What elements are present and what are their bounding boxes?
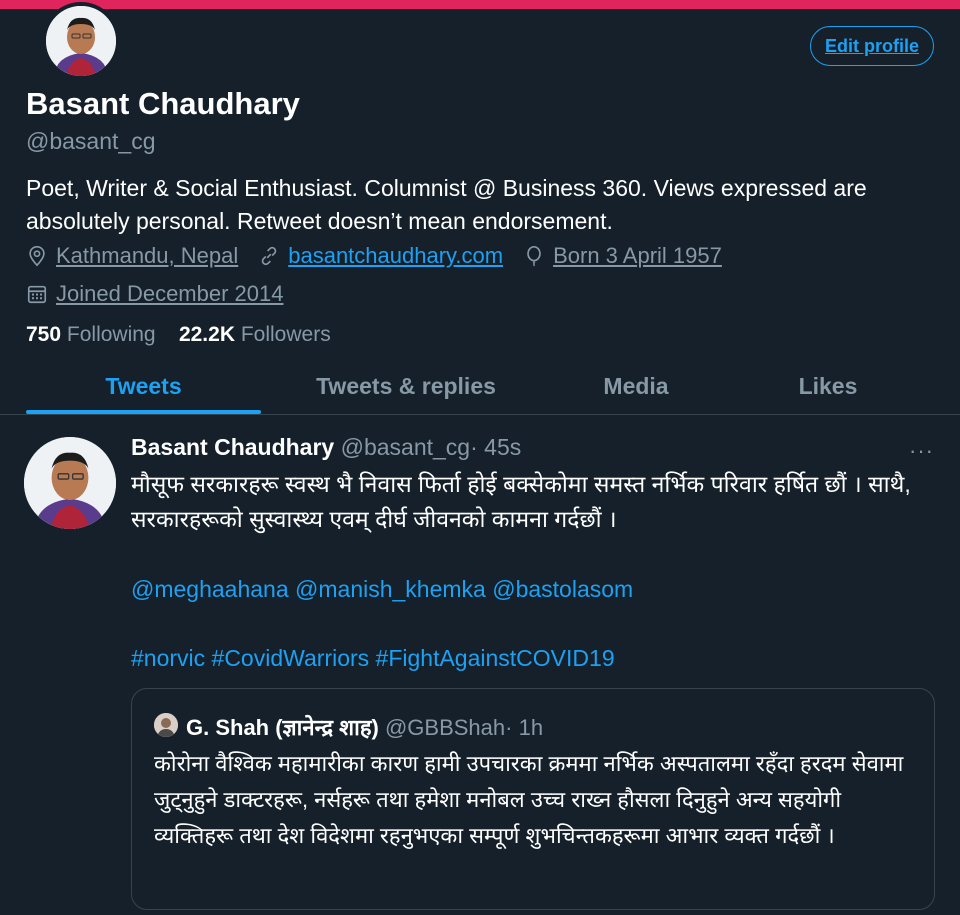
- tweet-time[interactable]: · 45s: [470, 434, 521, 460]
- followers-count: 22.2K: [178, 323, 235, 346]
- tweet-header: Basant Chaudhary @basant_cg· 45s: [131, 434, 521, 461]
- balloon-icon: [527, 246, 541, 267]
- profile-avatar[interactable]: [42, 2, 120, 80]
- edit-profile-button[interactable]: Edit profile: [810, 26, 934, 66]
- link-icon: [261, 246, 277, 266]
- top-accent-bar: [0, 0, 960, 9]
- birthday-text: Born 3 April 1957: [553, 243, 722, 268]
- tweet-mentions[interactable]: @meghaahana @manish_khemka @bastolasom: [131, 572, 941, 607]
- followers-label: Followers: [240, 323, 331, 346]
- following-link[interactable]: 750 Following: [26, 323, 156, 346]
- calendar-icon: [27, 285, 47, 304]
- location-icon: [29, 246, 45, 267]
- birthday: Born 3 April 1957: [523, 243, 722, 269]
- tab-media[interactable]: Media: [560, 373, 712, 400]
- quoted-avatar: [154, 713, 178, 737]
- quoted-author-handle: @GBBShah: [384, 715, 506, 740]
- active-tab-indicator: [26, 410, 261, 414]
- following-label: Following: [66, 323, 156, 346]
- website-link[interactable]: basantchaudhary.com: [288, 243, 503, 269]
- profile-name: Basant Chaudhary: [26, 86, 300, 121]
- quoted-tweet[interactable]: G. Shah (ज्ञानेन्द्र शाह) @GBBShah· 1h क…: [131, 688, 935, 910]
- quoted-time: · 1h: [505, 715, 544, 740]
- location-text: Kathmandu, Nepal: [56, 243, 239, 268]
- profile-meta-row: Kathmandu, Nepal basantchaudhary.com Bor…: [26, 243, 742, 269]
- joined-text: Joined December 2014: [56, 281, 284, 306]
- tab-tweets[interactable]: Tweets: [26, 373, 261, 400]
- profile-tabs: Tweets Tweets & replies Media Likes: [0, 365, 960, 415]
- quoted-author-name: G. Shah (ज्ञानेन्द्र शाह): [186, 715, 379, 740]
- tweet-hashtags[interactable]: #norvic #CovidWarriors #FightAgainstCOVI…: [131, 641, 941, 676]
- location[interactable]: Kathmandu, Nepal: [26, 243, 238, 269]
- quoted-header: G. Shah (ज्ञानेन्द्र शाह) @GBBShah· 1h: [186, 712, 543, 742]
- profile-bio: Poet, Writer & Social Enthusiast. Column…: [26, 175, 867, 234]
- joined: Joined December 2014: [26, 281, 283, 307]
- following-count: 750: [26, 323, 62, 346]
- tab-likes[interactable]: Likes: [752, 373, 904, 400]
- follow-stats: 750 Following 22.2K Followers: [26, 323, 331, 347]
- tweet-avatar[interactable]: [24, 437, 116, 529]
- tweet-author-handle[interactable]: @basant_cg: [341, 434, 471, 460]
- profile-handle: @basant_cg: [26, 128, 156, 154]
- more-icon[interactable]: ···: [909, 438, 934, 464]
- followers-link[interactable]: 22.2K Followers: [179, 323, 331, 346]
- website[interactable]: basantchaudhary.com: [258, 243, 503, 269]
- profile-joined-row: Joined December 2014: [26, 281, 303, 307]
- tab-tweets-replies[interactable]: Tweets & replies: [280, 373, 532, 400]
- tweet-text: मौसूफ सरकारहरू स्वस्थ भै निवास फिर्ता हो…: [131, 471, 911, 532]
- tweet-author-name[interactable]: Basant Chaudhary: [131, 434, 334, 460]
- quoted-text: कोरोना वैश्विक महामारीका कारण हामी उपचार…: [154, 751, 904, 848]
